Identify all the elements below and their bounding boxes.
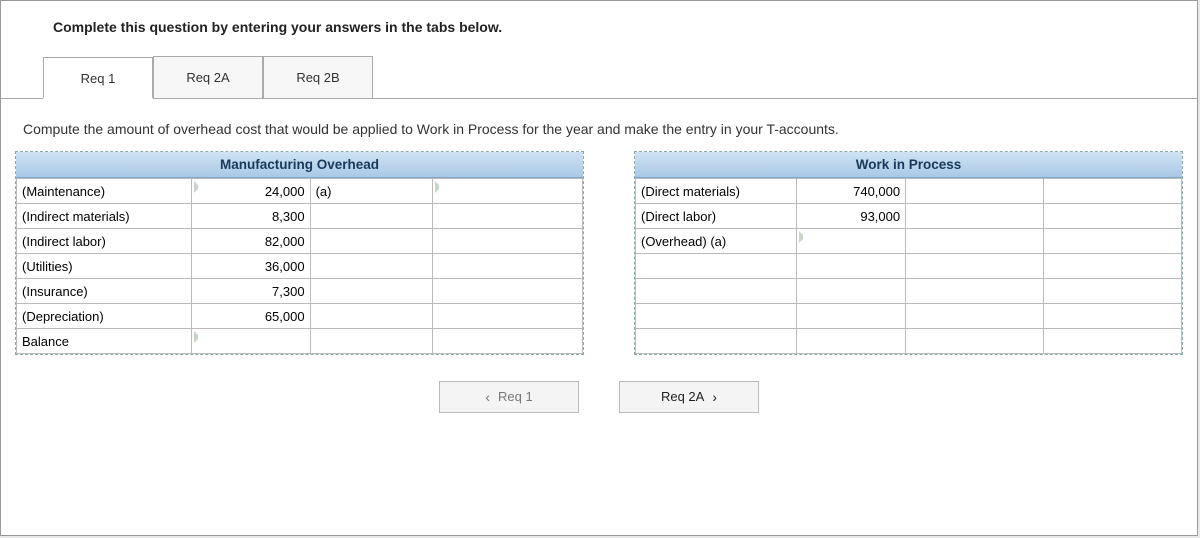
wip-note-cell [906, 204, 1044, 229]
table-row [635, 254, 1181, 279]
mo-debit-input[interactable]: 24,000 [191, 179, 310, 204]
mo-credit-input[interactable] [433, 279, 583, 304]
mo-debit-input[interactable]: 7,300 [191, 279, 310, 304]
wip-credit-input[interactable] [1044, 204, 1182, 229]
mo-debit-input[interactable]: 36,000 [191, 254, 310, 279]
wip-credit-input[interactable] [1044, 304, 1182, 329]
mo-header: Manufacturing Overhead [16, 152, 583, 178]
tab-req-1[interactable]: Req 1 [43, 57, 153, 99]
prev-button[interactable]: ‹ Req 1 [439, 381, 579, 413]
mo-balance-note [310, 329, 432, 354]
mo-note-cell [310, 254, 432, 279]
tab-req-2b[interactable]: Req 2B [263, 56, 373, 98]
nav-row: ‹ Req 1 Req 2A › [1, 381, 1197, 413]
next-button[interactable]: Req 2A › [619, 381, 759, 413]
wip-credit-input[interactable] [1044, 229, 1182, 254]
mo-note-cell [310, 229, 432, 254]
mo-row-label: (Indirect labor) [17, 229, 192, 254]
wip-debit-input[interactable] [796, 279, 905, 304]
table-row [635, 329, 1181, 354]
table-row: (Depreciation) 65,000 [17, 304, 583, 329]
t-accounts-area: Manufacturing Overhead (Maintenance) 24,… [1, 151, 1197, 355]
mo-row-label: (Indirect materials) [17, 204, 192, 229]
mo-debit-input[interactable]: 8,300 [191, 204, 310, 229]
wip-credit-input[interactable] [1044, 329, 1182, 354]
wip-row-label: (Overhead) (a) [635, 229, 796, 254]
table-row: (Direct materials) 740,000 [635, 179, 1181, 204]
instruction-text: Complete this question by entering your … [1, 1, 1197, 53]
table-row [635, 279, 1181, 304]
table-row: (Direct labor) 93,000 [635, 204, 1181, 229]
wip-row-label [635, 304, 796, 329]
mo-note-cell [310, 279, 432, 304]
mo-row-label: (Insurance) [17, 279, 192, 304]
chevron-right-icon: › [712, 381, 717, 413]
t-account-manufacturing-overhead: Manufacturing Overhead (Maintenance) 24,… [15, 151, 584, 355]
prev-label: Req 1 [498, 381, 533, 413]
mo-credit-input[interactable] [433, 229, 583, 254]
mo-debit-input[interactable]: 65,000 [191, 304, 310, 329]
mo-row-label: (Utilities) [17, 254, 192, 279]
wip-debit-input[interactable] [796, 329, 905, 354]
table-row: (Utilities) 36,000 [17, 254, 583, 279]
wip-row-label [635, 279, 796, 304]
wip-credit-input[interactable] [1044, 179, 1182, 204]
wip-note-cell [906, 179, 1044, 204]
table-row-balance: Balance [17, 329, 583, 354]
table-row: (Indirect materials) 8,300 [17, 204, 583, 229]
table-row: (Indirect labor) 82,000 [17, 229, 583, 254]
wip-debit-input[interactable] [796, 229, 905, 254]
wip-debit-input[interactable]: 740,000 [796, 179, 905, 204]
tab-req-2a[interactable]: Req 2A [153, 56, 263, 98]
wip-note-cell [906, 329, 1044, 354]
mo-row-label: (Maintenance) [17, 179, 192, 204]
tab-row: Req 1 Req 2A Req 2B [1, 53, 1197, 99]
mo-credit-input[interactable] [433, 304, 583, 329]
mo-note-cell [310, 204, 432, 229]
wip-row-label [635, 329, 796, 354]
mo-credit-input[interactable] [433, 204, 583, 229]
chevron-left-icon: ‹ [485, 381, 490, 413]
wip-debit-input[interactable] [796, 304, 905, 329]
mo-balance-debit[interactable] [191, 329, 310, 354]
mo-debit-input[interactable]: 82,000 [191, 229, 310, 254]
mo-row-label: (Depreciation) [17, 304, 192, 329]
sub-instruction: Compute the amount of overhead cost that… [1, 99, 1197, 151]
wip-row-label: (Direct labor) [635, 204, 796, 229]
table-row: (Overhead) (a) [635, 229, 1181, 254]
table-row: (Insurance) 7,300 [17, 279, 583, 304]
wip-table: (Direct materials) 740,000 (Direct labor… [635, 178, 1182, 354]
wip-credit-input[interactable] [1044, 254, 1182, 279]
next-label: Req 2A [661, 381, 704, 413]
mo-balance-credit[interactable] [433, 329, 583, 354]
wip-header: Work in Process [635, 152, 1182, 178]
wip-row-label [635, 254, 796, 279]
wip-credit-input[interactable] [1044, 279, 1182, 304]
mo-table: (Maintenance) 24,000 (a) (Indirect mater… [16, 178, 583, 354]
mo-note-cell [310, 304, 432, 329]
wip-row-label: (Direct materials) [635, 179, 796, 204]
mo-credit-input[interactable] [433, 254, 583, 279]
wip-debit-input[interactable] [796, 254, 905, 279]
mo-note-cell: (a) [310, 179, 432, 204]
wip-note-cell [906, 279, 1044, 304]
table-row [635, 304, 1181, 329]
table-row: (Maintenance) 24,000 (a) [17, 179, 583, 204]
mo-credit-input[interactable] [433, 179, 583, 204]
t-account-work-in-process: Work in Process (Direct materials) 740,0… [634, 151, 1183, 355]
wip-debit-input[interactable]: 93,000 [796, 204, 905, 229]
question-panel: Complete this question by entering your … [0, 0, 1198, 536]
mo-balance-label: Balance [17, 329, 192, 354]
wip-note-cell [906, 254, 1044, 279]
wip-note-cell [906, 229, 1044, 254]
wip-note-cell [906, 304, 1044, 329]
